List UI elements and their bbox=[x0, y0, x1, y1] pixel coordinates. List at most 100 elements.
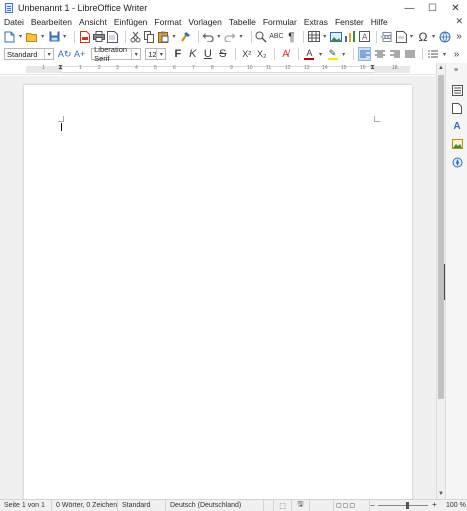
insert-mode[interactable] bbox=[264, 499, 274, 511]
open-dropdown[interactable]: ▾ bbox=[40, 30, 45, 44]
menu-einfuegen[interactable]: Einfügen bbox=[114, 17, 148, 27]
insert-textbox-icon[interactable]: A bbox=[358, 30, 370, 44]
navigator-icon[interactable] bbox=[450, 155, 464, 169]
insert-table-dropdown[interactable]: ▾ bbox=[322, 30, 327, 44]
clone-formatting-icon[interactable] bbox=[180, 30, 192, 44]
save-icon[interactable] bbox=[48, 30, 60, 44]
menu-ansicht[interactable]: Ansicht bbox=[79, 17, 107, 27]
hyperlink-icon[interactable] bbox=[439, 30, 451, 44]
scroll-up-arrow[interactable]: ▲ bbox=[438, 65, 444, 71]
chevron-down-icon[interactable]: ▾ bbox=[44, 49, 53, 59]
align-left-icon[interactable] bbox=[358, 47, 372, 61]
print-preview-icon[interactable] bbox=[107, 30, 119, 44]
bold-button[interactable]: F bbox=[171, 47, 184, 61]
zoom-slider-knob[interactable] bbox=[406, 502, 409, 509]
gallery-icon[interactable] bbox=[450, 137, 464, 151]
menu-format[interactable]: Format bbox=[154, 17, 181, 27]
digital-signature[interactable] bbox=[310, 499, 334, 511]
menu-tabelle[interactable]: Tabelle bbox=[229, 17, 256, 27]
new-document-dropdown[interactable]: ▾ bbox=[18, 30, 23, 44]
menu-extras[interactable]: Extras bbox=[304, 17, 328, 27]
font-name-combobox[interactable]: Liberation Serif ▾ bbox=[91, 45, 142, 63]
formatting-overflow-button[interactable]: » bbox=[450, 47, 463, 61]
maximize-button[interactable]: ☐ bbox=[421, 0, 444, 16]
list-icon[interactable] bbox=[427, 47, 440, 61]
close-button[interactable]: ✕ bbox=[444, 0, 467, 16]
spelling-icon[interactable]: ABC bbox=[269, 30, 283, 44]
horizontal-ruler[interactable]: ⧗ ⧗ 1 1 2 3 4 5 6 7 8 9 10 11 12 13 14 1… bbox=[0, 63, 436, 75]
update-style-icon[interactable]: A↻ bbox=[58, 47, 72, 61]
paste-icon[interactable] bbox=[158, 30, 170, 44]
right-indent-marker[interactable]: ⧗ bbox=[370, 64, 375, 72]
special-character-icon[interactable]: Ω bbox=[417, 30, 429, 44]
chevron-down-icon[interactable]: ▾ bbox=[156, 49, 165, 59]
zoom-level[interactable]: 100 % bbox=[446, 502, 466, 509]
undo-icon[interactable] bbox=[202, 30, 214, 44]
subscript-button[interactable]: X₂ bbox=[255, 47, 268, 61]
menu-vorlagen[interactable]: Vorlagen bbox=[188, 17, 222, 27]
insert-field-dropdown[interactable]: ▾ bbox=[409, 30, 414, 44]
document-area[interactable] bbox=[0, 76, 436, 499]
insert-chart-icon[interactable] bbox=[344, 30, 356, 44]
view-layout-icons[interactable]: ▢▢▢ bbox=[334, 499, 370, 511]
page-style[interactable]: Standard bbox=[118, 499, 166, 511]
paragraph-style-combobox[interactable]: Standard ▾ bbox=[4, 48, 55, 60]
page-break-icon[interactable] bbox=[381, 30, 394, 44]
clear-formatting-icon[interactable]: A̸ bbox=[279, 47, 292, 61]
save-dropdown[interactable]: ▾ bbox=[62, 30, 67, 44]
minimize-button[interactable]: — bbox=[398, 0, 421, 16]
find-replace-icon[interactable] bbox=[255, 30, 267, 44]
font-color-icon[interactable]: A bbox=[303, 47, 316, 61]
formatting-marks-icon[interactable]: ¶ bbox=[285, 30, 297, 44]
new-document-icon[interactable] bbox=[4, 30, 16, 44]
font-color-dropdown[interactable]: ▾ bbox=[318, 47, 323, 61]
zoom-in-button[interactable]: + bbox=[432, 500, 437, 509]
menu-formular[interactable]: Formular bbox=[263, 17, 297, 27]
print-icon[interactable] bbox=[92, 30, 105, 44]
scroll-down-arrow[interactable]: ▼ bbox=[438, 491, 444, 497]
language[interactable]: Deutsch (Deutschland) bbox=[166, 499, 264, 511]
chevron-down-icon[interactable]: ▾ bbox=[131, 49, 140, 59]
selection-mode-icon[interactable]: ⬚ bbox=[274, 499, 292, 511]
superscript-button[interactable]: X² bbox=[240, 47, 253, 61]
strikethrough-button[interactable]: S bbox=[216, 47, 229, 61]
cut-icon[interactable] bbox=[130, 30, 142, 44]
page-icon[interactable] bbox=[450, 101, 464, 115]
undo-dropdown[interactable]: ▾ bbox=[216, 30, 221, 44]
redo-icon[interactable] bbox=[224, 30, 236, 44]
zoom-slider[interactable] bbox=[378, 505, 428, 506]
properties-icon[interactable] bbox=[450, 83, 464, 97]
document-page[interactable] bbox=[24, 85, 412, 499]
styles-icon[interactable]: A bbox=[450, 119, 464, 133]
open-folder-icon[interactable] bbox=[26, 30, 38, 44]
insert-image-icon[interactable] bbox=[330, 30, 343, 44]
page-count[interactable]: Seite 1 von 1 bbox=[0, 499, 52, 511]
left-indent-marker[interactable]: ⧗ bbox=[58, 64, 63, 72]
justify-icon[interactable] bbox=[403, 47, 416, 61]
sidebar-menu-icon[interactable]: ≡ bbox=[454, 67, 458, 74]
document-modified-icon[interactable]: 🖫 bbox=[292, 499, 310, 511]
insert-table-icon[interactable] bbox=[308, 30, 321, 44]
menu-bearbeiten[interactable]: Bearbeiten bbox=[31, 17, 72, 27]
redo-dropdown[interactable]: ▾ bbox=[238, 30, 243, 44]
close-document-button[interactable]: ✕ bbox=[455, 16, 463, 27]
word-count[interactable]: 0 Wörter, 0 Zeichen bbox=[52, 499, 118, 511]
align-right-icon[interactable] bbox=[388, 47, 401, 61]
highlight-color-icon[interactable]: ✎ bbox=[326, 47, 339, 61]
paste-dropdown[interactable]: ▾ bbox=[171, 30, 176, 44]
scrollbar-thumb[interactable] bbox=[438, 75, 444, 399]
italic-button[interactable]: K bbox=[186, 47, 199, 61]
toolbar-overflow-button[interactable]: » bbox=[453, 30, 465, 44]
list-dropdown[interactable]: ▾ bbox=[442, 47, 447, 61]
align-center-icon[interactable] bbox=[373, 47, 386, 61]
zoom-out-button[interactable]: − bbox=[370, 501, 375, 510]
underline-button[interactable]: U bbox=[201, 47, 214, 61]
menu-hilfe[interactable]: Hilfe bbox=[371, 17, 388, 27]
special-character-dropdown[interactable]: ▾ bbox=[431, 30, 436, 44]
new-style-icon[interactable]: A+ bbox=[73, 47, 86, 61]
copy-icon[interactable] bbox=[144, 30, 156, 44]
menu-fenster[interactable]: Fenster bbox=[335, 17, 364, 27]
insert-field-icon[interactable] bbox=[395, 30, 407, 44]
export-pdf-icon[interactable] bbox=[79, 30, 91, 44]
highlight-color-dropdown[interactable]: ▾ bbox=[341, 47, 346, 61]
